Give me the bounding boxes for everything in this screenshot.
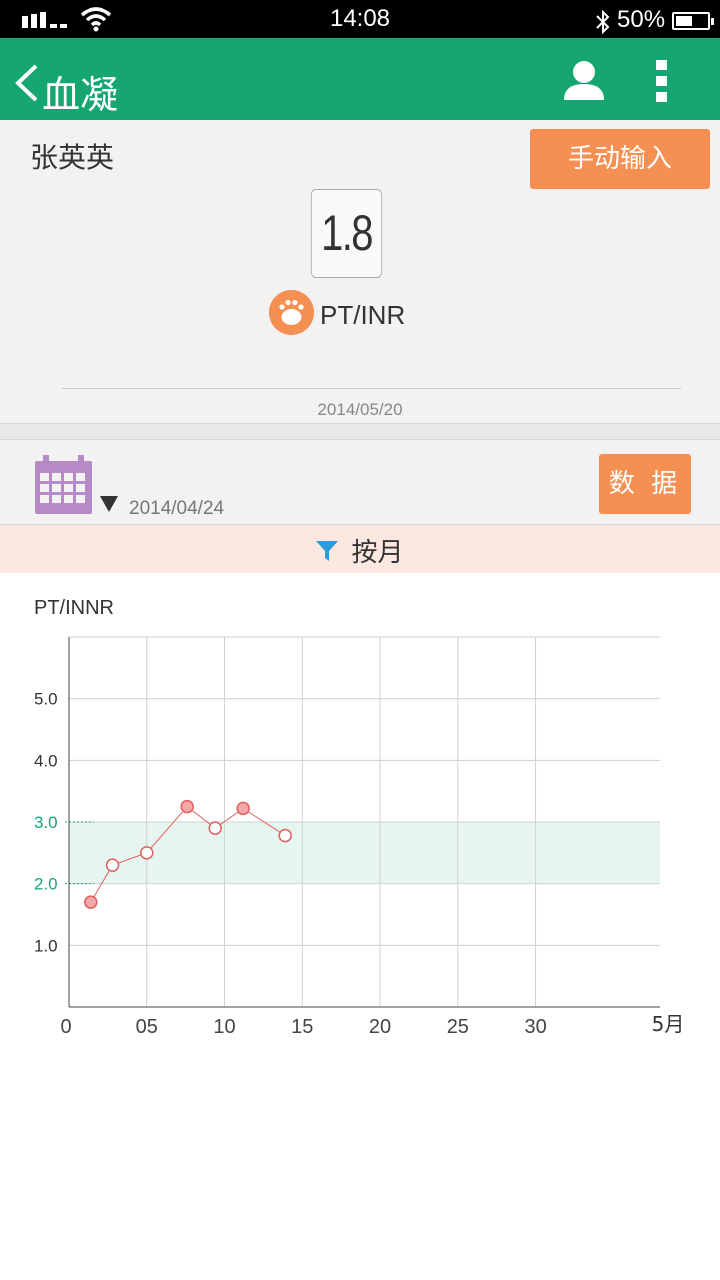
period-selector[interactable]: 按月 (0, 525, 720, 573)
status-time: 14:08 (329, 5, 391, 32)
patient-name: 张英英 (30, 141, 115, 174)
x-tick-label: 15 (291, 1016, 313, 1038)
x-tick-label: 05 (136, 1016, 158, 1038)
start-date[interactable]: 2014/04/24 (129, 498, 224, 520)
profile-icon[interactable] (562, 58, 606, 102)
y-tick-label: 4.0 (34, 751, 58, 770)
x-axis-unit-label: 5月 (652, 1012, 685, 1036)
battery-percent: 50% (617, 6, 666, 33)
dropdown-arrow-icon[interactable] (100, 496, 118, 512)
y-tick-label: 1.0 (34, 936, 58, 955)
calendar-icon[interactable] (35, 455, 92, 514)
manual-input-button[interactable]: 手动输入 (530, 129, 710, 189)
data-point (278, 828, 292, 843)
latest-value: 1.8 (310, 189, 383, 278)
divider (62, 388, 681, 389)
x-tick-label: 30 (524, 1016, 546, 1038)
y-tick-label: 5.0 (34, 690, 58, 709)
date-filter-row: 2014/04/24 数 据 (0, 440, 720, 525)
target-range-band (69, 822, 660, 884)
x-tick-label: 20 (369, 1016, 391, 1038)
data-point (180, 799, 194, 814)
latest-reading-panel: 张英英 手动输入 1.8 PT/INR 2014/05/20 (0, 120, 720, 424)
status-bar: 14:08 50% (0, 0, 720, 38)
y-tick-label: 2.0 (34, 875, 58, 894)
metric-label: PT/INR (320, 300, 406, 330)
data-point (236, 801, 250, 816)
paw-icon (269, 290, 314, 335)
data-point (208, 821, 222, 835)
page-title: 血凝 (42, 73, 119, 117)
x-tick-label: 10 (213, 1016, 235, 1038)
chart-canvas: 1.0 2.0 3.0 4.0 5.0 0 05 10 15 20 25 30 5月 (34, 636, 685, 1038)
data-point (105, 858, 120, 872)
y-tick-label: 3.0 (34, 813, 58, 832)
back-arrow-icon[interactable] (12, 64, 40, 102)
x-tick-label: 25 (447, 1016, 469, 1038)
battery-icon (672, 12, 714, 30)
data-point (84, 895, 98, 909)
filter-funnel-icon (316, 540, 339, 561)
reading-date: 2014/05/20 (317, 400, 403, 419)
data-button[interactable]: 数 据 (599, 454, 691, 514)
period-label: 按月 (351, 538, 404, 568)
more-menu-icon[interactable] (648, 60, 674, 102)
x-tick-label: 0 (60, 1016, 71, 1038)
section-gap (0, 424, 720, 440)
bluetooth-icon (596, 9, 610, 35)
app-bar: 血凝 (0, 38, 720, 120)
data-point (140, 846, 154, 860)
inr-chart: PT/INNR 1.0 2.0 3.0 4.0 5.0 0 05 10 15 20 25 30 5月 (0, 573, 720, 1280)
